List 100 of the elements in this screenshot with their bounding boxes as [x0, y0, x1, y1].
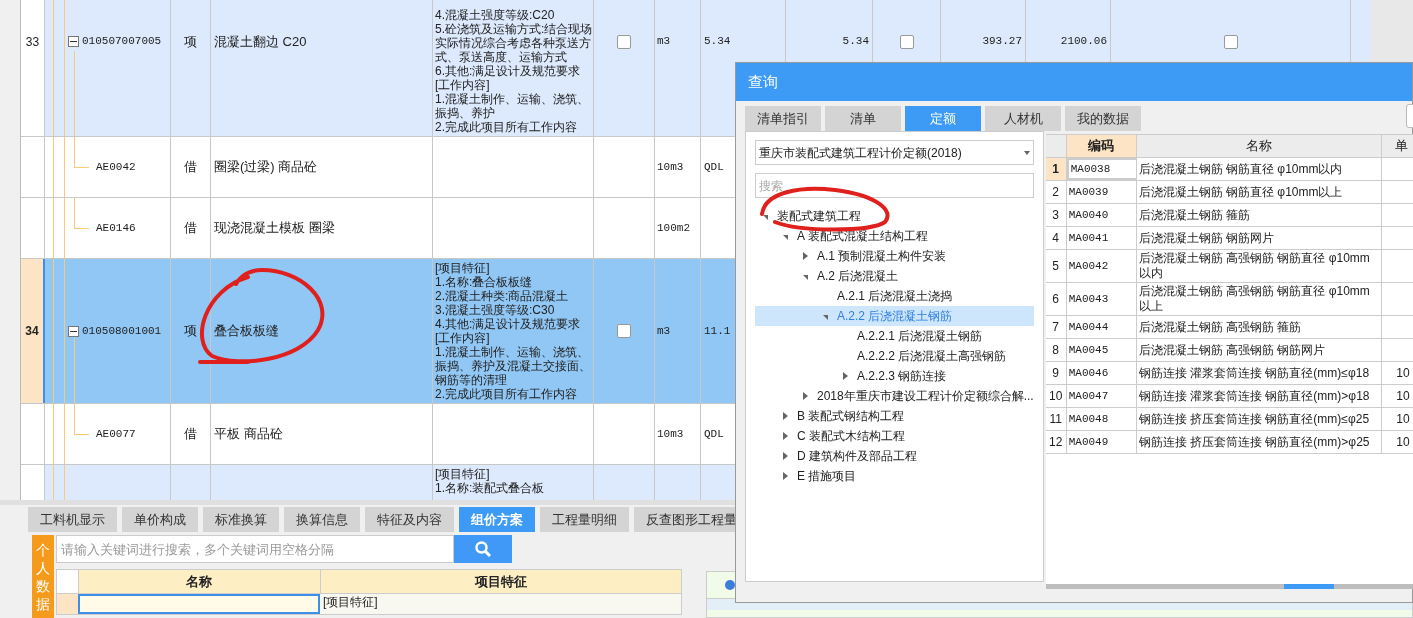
table-row[interactable]: 6 MA0043 后浇混凝土钢筋 高强钢筋 钢筋直径 φ10mm以上 [1045, 283, 1413, 316]
scrollbar[interactable] [1045, 584, 1413, 589]
table-cell: 钢筋连接 挤压套筒连接 钢筋直径(mm)>φ25 [1136, 431, 1382, 453]
table-cell-text: 10 [1395, 388, 1411, 405]
tab[interactable]: 清单指引 [745, 106, 821, 131]
caret-icon [1023, 150, 1030, 155]
quantity-text: QDL [704, 159, 724, 175]
tab[interactable]: 工程量明细 [540, 507, 629, 532]
table-cell: MA0047 [1066, 385, 1137, 407]
item-type: 借 [184, 219, 197, 238]
tab[interactable]: 我的数据 [1065, 106, 1141, 131]
tree-item[interactable]: B 装配式钢结构工程 [755, 406, 1034, 426]
feature-text: [项目特征] 1.名称:叠合板板缝 2.混凝土种类:商品混凝土 3.混凝土强度等级:C30 4.其他:满足设计及规范要求 [工作内容] 1.混凝土制作、运输、浇筑、振捣、养护及混凝土交接面、钢筋等的清理 2.完成此项目所有工作内容 [435, 261, 592, 401]
collapse-arrow-icon[interactable] [823, 314, 828, 320]
table-row[interactable]: 10 MA0047 钢筋连接 灌浆套筒连接 钢筋直径(mm)>φ18 10 [1045, 385, 1413, 408]
checkbox[interactable] [617, 324, 631, 338]
row-number: 34 [25, 323, 39, 340]
checkbox[interactable] [617, 34, 631, 49]
search-field[interactable]: 搜索 [755, 173, 1034, 198]
column-header: 名称 [78, 570, 320, 593]
tree-item[interactable]: A.2.2.3 钢筋连接 [755, 366, 1034, 386]
tree-item[interactable]: A.2.2.2 后浇混凝土高强钢筋 [755, 346, 1034, 366]
table-row[interactable]: 2 MA0039 后浇混凝土钢筋 钢筋直径 φ10mm以上 [1045, 181, 1413, 204]
tree-item[interactable]: A 装配式混凝土结构工程 [755, 226, 1034, 246]
table-row[interactable]: 4 MA0041 后浇混凝土钢筋 钢筋网片 [1045, 227, 1413, 250]
tree-item[interactable]: A.2.2.1 后浇混凝土钢筋 [755, 326, 1034, 346]
tree-item[interactable]: 装配式建筑工程 [755, 206, 1034, 226]
price-text: 393.27 [982, 34, 1022, 50]
collapse-arrow-icon[interactable] [803, 274, 808, 280]
table-cell: MA0043 [1066, 283, 1137, 315]
unit-text: 10m3 [657, 426, 684, 442]
row-number: 5 [1045, 250, 1067, 282]
table-cell: MA0049 [1066, 431, 1137, 453]
collapse-toggle-icon[interactable] [68, 36, 79, 47]
table-cell: 后浇混凝土钢筋 高强钢筋 钢筋网片 [1136, 339, 1382, 361]
table-cell: MA0038 [1066, 158, 1137, 180]
unit-text: m3 [657, 34, 671, 50]
collapse-toggle-icon[interactable] [68, 325, 79, 337]
table-row[interactable]: 3 MA0040 后浇混凝土钢筋 箍筋 [1045, 204, 1413, 227]
library-dropdown[interactable]: 重庆市装配式建筑工程计价定额(2018) [755, 140, 1034, 165]
tab[interactable]: 人材机 [985, 106, 1061, 131]
table-row[interactable]: 11 MA0048 钢筋连接 挤压套筒连接 钢筋直径(mm)≤φ25 10 [1045, 408, 1413, 431]
item-code: 010508001001 [82, 323, 162, 339]
unit-text: 100m2 [657, 220, 690, 236]
quantity-text: 5.34 [842, 34, 869, 50]
table-cell: MA0045 [1066, 339, 1137, 361]
table-row[interactable]: 1 MA0038 后浇混凝土钢筋 钢筋直径 φ10mm以内 [1045, 158, 1413, 181]
collapse-arrow-icon[interactable] [763, 214, 768, 220]
tree-item[interactable]: E 措施项目 [755, 466, 1034, 486]
column-header: 名称 [1136, 135, 1382, 157]
tab[interactable]: 清单 [825, 106, 901, 131]
row-header[interactable]: 34 [21, 259, 45, 403]
table-cell: 钢筋连接 灌浆套筒连接 钢筋直径(mm)>φ18 [1136, 385, 1382, 407]
expand-arrow-icon[interactable] [803, 392, 808, 400]
table-row[interactable]: 9 MA0046 钢筋连接 灌浆套筒连接 钢筋直径(mm)≤φ18 10 [1045, 362, 1413, 385]
item-name: 圈梁(过梁) 商品砼 [214, 158, 318, 177]
tab[interactable]: 换算信息 [284, 507, 360, 532]
tab[interactable]: 标准换算 [203, 507, 279, 532]
column-header: 编码 [1066, 135, 1137, 157]
expand-arrow-icon[interactable] [783, 452, 788, 460]
table-cell-text: 10 [1395, 411, 1411, 428]
feature-text: [项目特征] [320, 594, 681, 614]
table-cell: MA0040 [1066, 204, 1137, 226]
item-code: AE0077 [96, 426, 136, 442]
item-type: 项 [184, 32, 197, 51]
table-cell: MA0042 [1066, 250, 1137, 282]
tree-item[interactable]: D 建筑构件及部品工程 [755, 446, 1034, 466]
table-row[interactable]: 8 MA0045 后浇混凝土钢筋 高强钢筋 钢筋网片 [1045, 339, 1413, 362]
item-type: 借 [184, 425, 197, 444]
table-cell: 钢筋连接 灌浆套筒连接 钢筋直径(mm)≤φ18 [1136, 362, 1382, 384]
expand-arrow-icon[interactable] [803, 252, 808, 260]
tree-item[interactable]: A.2.1 后浇混凝土浇捣 [755, 286, 1034, 306]
row-number: 8 [1045, 339, 1067, 361]
search-field[interactable]: 请输入关键词进行搜索，多个关键词用空格分隔 [56, 535, 454, 563]
table-cell: MA0041 [1066, 227, 1137, 249]
tree-item[interactable]: 2018年重庆市建设工程计价定额综合解... [755, 386, 1034, 406]
expand-arrow-icon[interactable] [843, 372, 848, 380]
row-header[interactable]: 33 [21, 0, 45, 136]
table-row[interactable]: 7 MA0044 后浇混凝土钢筋 高强钢筋 箍筋 [1045, 316, 1413, 339]
tab[interactable]: 工料机显示 [28, 507, 117, 532]
tab[interactable]: 单价构成 [122, 507, 198, 532]
expand-arrow-icon[interactable] [783, 432, 788, 440]
table-cell-text: 10 [1395, 365, 1411, 382]
table-row[interactable]: 12 MA0049 钢筋连接 挤压套筒连接 钢筋直径(mm)>φ25 10 [1045, 431, 1413, 454]
expand-arrow-icon[interactable] [783, 412, 788, 420]
search-button[interactable] [454, 535, 512, 563]
table-row[interactable]: 5 MA0042 后浇混凝土钢筋 高强钢筋 钢筋直径 φ10mm以内 [1045, 250, 1413, 283]
tree-item[interactable]: C 装配式木结构工程 [755, 426, 1034, 446]
tree-item[interactable]: A.2 后浇混凝土 [755, 266, 1034, 286]
collapse-arrow-icon[interactable] [783, 234, 788, 240]
item-type: 项 [184, 322, 197, 341]
tab[interactable]: 特征及内容 [365, 507, 454, 532]
item-name: 混凝土翻边 C20 [214, 32, 307, 51]
expand-arrow-icon[interactable] [783, 472, 788, 480]
checkbox[interactable] [1223, 34, 1238, 49]
checkbox[interactable] [899, 34, 914, 49]
table-cell-text: 10 [1395, 434, 1411, 451]
row-number: 4 [1045, 227, 1067, 249]
feature-text: [项目特征] 1.名称:装配式叠合板 [435, 467, 545, 495]
row-number: 7 [1045, 316, 1067, 338]
